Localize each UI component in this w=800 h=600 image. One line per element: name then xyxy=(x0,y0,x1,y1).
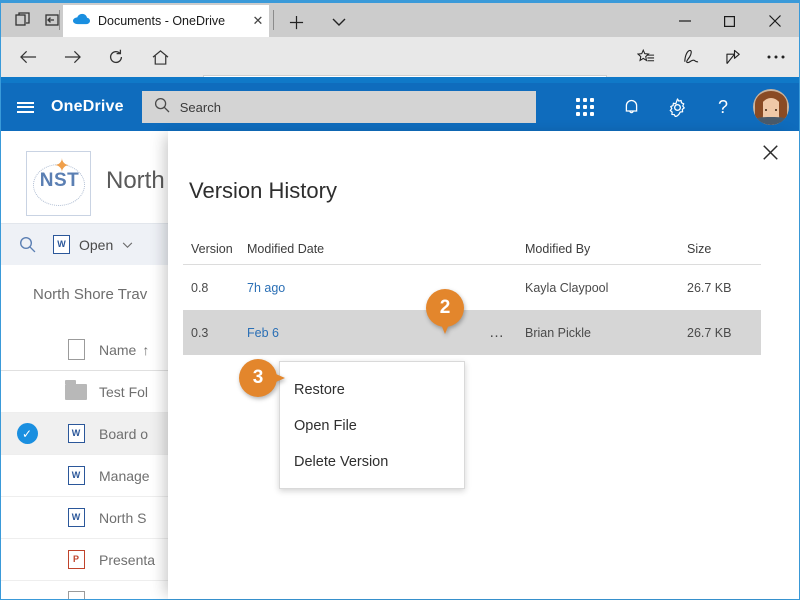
word-icon: W xyxy=(67,466,85,485)
window-maximize-button[interactable] xyxy=(707,5,752,37)
delete-version-menu-item[interactable]: Delete Version xyxy=(280,444,464,480)
back-button[interactable] xyxy=(11,41,45,73)
chevron-down-icon[interactable] xyxy=(122,236,133,254)
table-row[interactable]: 0.3 Feb 6 … Brian Pickle 26.7 KB xyxy=(183,310,761,355)
document-icon xyxy=(67,591,85,599)
search-icon xyxy=(154,97,170,118)
share-icon[interactable] xyxy=(717,41,751,73)
version-history-table: Version Modified Date Modified By Size 0… xyxy=(183,233,761,355)
site-logo: ✦ NST xyxy=(26,151,91,216)
list-search-icon[interactable] xyxy=(1,236,53,253)
cell-modified-by: Brian Pickle xyxy=(525,325,591,340)
tab-close-icon[interactable]: ✕ xyxy=(247,10,269,32)
open-file-menu-item[interactable]: Open File xyxy=(280,408,464,444)
word-icon: W xyxy=(67,508,85,527)
settings-gear-icon[interactable] xyxy=(655,83,699,131)
folder-icon xyxy=(65,379,87,400)
search-input[interactable]: Search xyxy=(141,91,536,123)
tab-list-chevron-down-icon[interactable] xyxy=(319,5,359,39)
open-label: Open xyxy=(79,236,114,253)
browser-window: Documents - OneDrive ✕ OneDrive Search ?… xyxy=(0,0,800,600)
list-item-label: Test Fol xyxy=(99,383,149,400)
cell-modified-by: Kayla Claypool xyxy=(525,280,609,295)
column-header-modified-by: Modified By xyxy=(525,241,591,256)
table-header-row: Version Modified Date Modified By Size xyxy=(183,233,761,265)
search-placeholder: Search xyxy=(179,99,221,115)
version-context-menu: Restore Open File Delete Version xyxy=(279,361,465,489)
column-header-name[interactable]: Name xyxy=(99,342,136,358)
breadcrumb[interactable]: North Shore Trav xyxy=(33,286,147,303)
app-launcher-waffle-icon[interactable] xyxy=(563,83,607,131)
help-icon[interactable]: ? xyxy=(701,83,745,131)
column-header-size: Size xyxy=(687,241,712,256)
hamburger-icon[interactable] xyxy=(1,83,49,131)
word-icon: W xyxy=(53,235,70,254)
more-options-button[interactable]: … xyxy=(479,324,515,341)
callout-step-3: 3 xyxy=(239,359,277,397)
list-item-label: North S xyxy=(99,509,147,526)
selected-checkmark-icon[interactable]: ✓ xyxy=(16,423,38,444)
new-tab-button[interactable] xyxy=(276,5,316,39)
window-minimize-button[interactable] xyxy=(662,5,707,37)
logo-text: NST xyxy=(39,170,80,191)
column-header-version: Version xyxy=(191,241,233,256)
browser-tab[interactable]: Documents - OneDrive ✕ xyxy=(63,5,269,37)
forward-button[interactable] xyxy=(55,41,89,73)
page-title: Version History xyxy=(189,178,337,203)
cell-version: 0.8 xyxy=(191,280,209,295)
callout-step-2: 2 xyxy=(426,289,464,327)
tabstrip-divider xyxy=(273,10,274,30)
notifications-bell-icon[interactable] xyxy=(609,83,653,131)
window-close-button[interactable] xyxy=(752,5,797,37)
sort-arrow-icon: ↑ xyxy=(142,341,150,358)
cell-version: 0.3 xyxy=(191,325,209,340)
table-row[interactable]: 0.8 7h ago Kayla Claypool 26.7 KB xyxy=(183,265,761,310)
navigation-toolbar: https://customguides-my.sharepoint.com/p… xyxy=(1,37,799,101)
cell-size: 26.7 KB xyxy=(687,325,732,340)
list-item-label: Presenta xyxy=(99,551,156,568)
column-header-modified-date: Modified Date xyxy=(247,241,325,256)
web-note-pen-icon[interactable] xyxy=(673,41,707,73)
onedrive-brand[interactable]: OneDrive xyxy=(51,98,124,116)
panel-close-icon[interactable] xyxy=(755,137,785,167)
restore-menu-item[interactable]: Restore xyxy=(280,372,464,408)
list-item-label: Manage xyxy=(99,467,150,484)
title-bar: Documents - OneDrive ✕ xyxy=(1,1,799,37)
site-title: North xyxy=(106,167,165,194)
titlebar-divider xyxy=(59,10,60,30)
onedrive-cloud-icon xyxy=(73,12,90,30)
onedrive-suite-header: OneDrive Search ? xyxy=(1,83,799,131)
list-item-label: Board o xyxy=(99,425,149,442)
cell-size: 26.7 KB xyxy=(687,280,732,295)
refresh-button[interactable] xyxy=(99,41,133,73)
open-button[interactable]: W Open xyxy=(53,235,133,254)
favorites-hub-icon[interactable] xyxy=(629,41,663,73)
powerpoint-icon: P xyxy=(67,550,85,569)
browser-more-icon[interactable] xyxy=(759,41,793,73)
word-icon: W xyxy=(67,424,85,443)
tab-title: Documents - OneDrive xyxy=(98,14,226,28)
avatar[interactable] xyxy=(753,89,789,125)
document-icon xyxy=(67,339,85,360)
home-button[interactable] xyxy=(143,41,177,73)
